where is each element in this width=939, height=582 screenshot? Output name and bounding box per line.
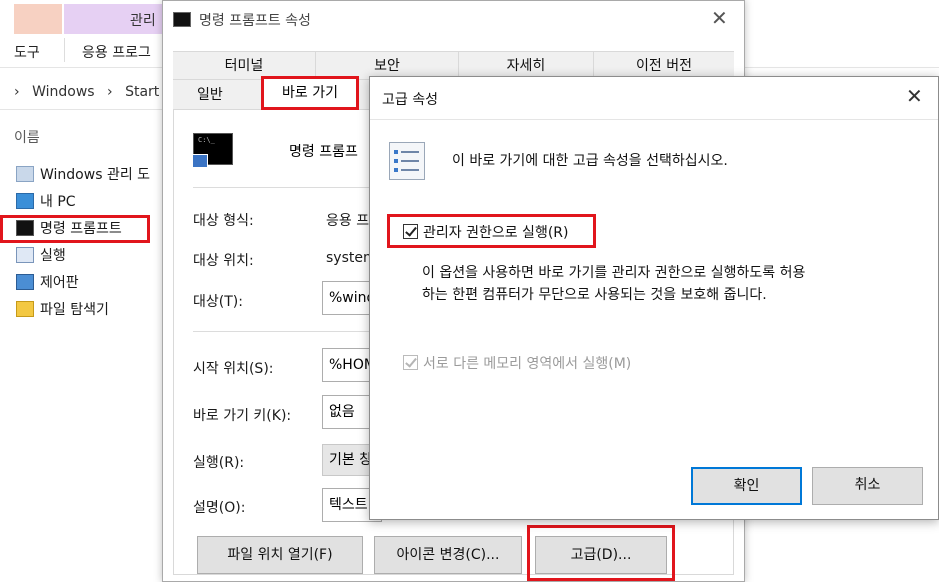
tab-shortcut[interactable]: 바로 가기 [261, 76, 359, 110]
dialog-title: 명령 프롬프트 속성 [199, 13, 311, 29]
list-item-admin-tools[interactable]: Windows 관리 도 [16, 162, 150, 186]
close-icon[interactable]: ✕ [711, 6, 728, 30]
list-item-control-panel[interactable]: 제어판 [16, 270, 79, 294]
close-icon[interactable]: ✕ [906, 84, 923, 108]
pc-icon [16, 193, 34, 209]
change-icon-button[interactable]: 아이콘 변경(C)... [374, 536, 522, 574]
list-item-label: 파일 탐색기 [40, 302, 109, 318]
start-in-label: 시작 위치(S): [193, 361, 274, 377]
admin-tools-icon [16, 166, 34, 182]
tab-general[interactable]: 일반 [197, 80, 223, 110]
comment-label: 설명(O): [193, 500, 246, 516]
breadcrumb-chevron-icon: › [107, 84, 113, 100]
address-bar[interactable]: › Windows › Start [14, 84, 167, 100]
highlight-command-prompt [0, 215, 150, 243]
help-line-1: 이 옵션을 사용하면 바로 가기를 관리자 권한으로 실행하도록 허용 [422, 265, 806, 281]
list-item-label: 제어판 [40, 275, 79, 291]
shortcut-key-label: 바로 가기 키(K): [193, 408, 292, 424]
run-icon [16, 247, 34, 263]
target-type-value: 응용 프 [326, 213, 370, 229]
dialog-description: 이 바로 가기에 대한 고급 속성을 선택하십시오. [452, 153, 728, 169]
title-divider [370, 119, 938, 120]
ribbon-application[interactable]: 응용 프로그 [82, 42, 151, 62]
dialog-title: 고급 속성 [382, 92, 438, 108]
list-item-run[interactable]: 실행 [16, 243, 66, 267]
control-panel-icon [16, 274, 34, 290]
ribbon-tab-manage[interactable]: 관리 [64, 4, 174, 34]
list-item-label: Windows 관리 도 [40, 167, 151, 183]
open-file-location-button[interactable]: 파일 위치 열기(F) [197, 536, 363, 574]
icon-prompt-text: C:\_ [198, 136, 215, 144]
ok-button[interactable]: 확인 [691, 467, 802, 505]
cancel-button[interactable]: 취소 [812, 467, 923, 505]
help-line-2: 하는 한편 컴퓨터가 무단으로 사용되는 것을 보호해 줍니다. [422, 287, 767, 303]
highlight-run-as-admin [387, 214, 596, 248]
breadcrumb-windows[interactable]: Windows [32, 84, 95, 100]
column-header-name[interactable]: 이름 [14, 127, 40, 147]
separate-memory-checkbox [403, 355, 418, 370]
target-type-label: 대상 형식: [193, 213, 254, 229]
ribbon-tab-accent [14, 4, 62, 34]
run-label: 실행(R): [193, 455, 245, 471]
list-item-label: 내 PC [40, 194, 76, 210]
tab-row-top: 터미널 보안 자세히 이전 버전 [173, 51, 734, 80]
target-location-label: 대상 위치: [193, 253, 254, 269]
separate-memory-label: 서로 다른 메모리 영역에서 실행(M) [423, 356, 632, 372]
ribbon-separator [64, 38, 65, 62]
list-item-this-pc[interactable]: 내 PC [16, 189, 76, 213]
list-item-file-explorer[interactable]: 파일 탐색기 [16, 297, 109, 321]
breadcrumb-chevron-icon: › [14, 84, 20, 100]
target-label: 대상(T): [193, 294, 243, 310]
cmd-icon: C:\_ [192, 133, 233, 168]
breadcrumb-start[interactable]: Start [125, 84, 159, 100]
run-as-admin-help: 이 옵션을 사용하면 바로 가기를 관리자 권한으로 실행하도록 허용 하는 한… [422, 262, 805, 306]
ribbon-tab-manage-label: 관리 [130, 13, 156, 29]
list-item-label: 실행 [40, 248, 66, 264]
advanced-properties-dialog: 고급 속성 ✕ 이 바로 가기에 대한 고급 속성을 선택하십시오. 관리자 권… [369, 76, 939, 520]
highlight-advanced-button [527, 525, 675, 581]
shortcut-name[interactable]: 명령 프롬프 [289, 141, 358, 161]
cmd-icon [173, 12, 191, 27]
properties-list-icon [389, 142, 425, 180]
ribbon-tools[interactable]: 도구 [14, 42, 40, 62]
file-explorer-icon [16, 301, 34, 317]
